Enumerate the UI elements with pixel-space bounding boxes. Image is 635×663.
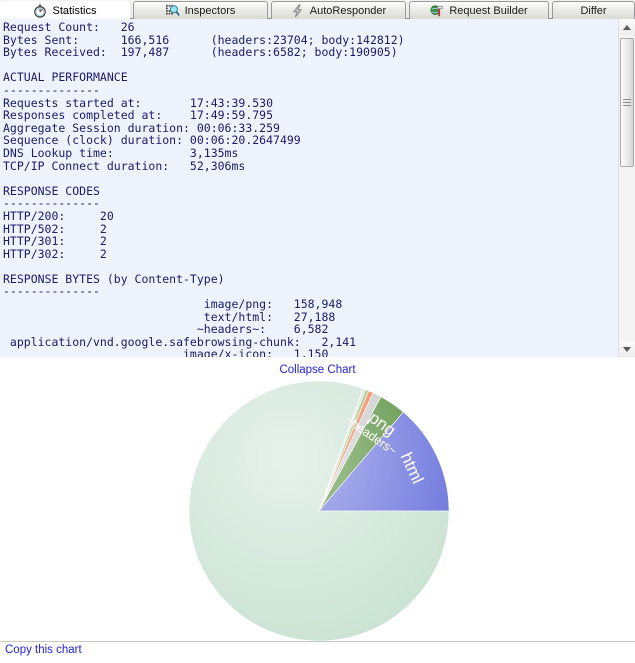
- copy-this-chart-link[interactable]: Copy this chart: [5, 644, 82, 656]
- tab-request-builder[interactable]: Request Builder: [409, 1, 549, 20]
- magnifier-grid-icon: [165, 4, 180, 18]
- tab-label: Differ: [580, 4, 607, 17]
- collapse-chart-link[interactable]: Collapse Chart: [279, 364, 355, 376]
- statistics-text-pane[interactable]: Request Count: 26 Bytes Sent: 166,516 (h…: [0, 19, 635, 357]
- tab-label: Request Builder: [449, 4, 528, 17]
- tab-statistics[interactable]: Statistics: [0, 1, 130, 21]
- collapse-chart-row: Collapse Chart: [0, 360, 635, 378]
- response-bytes-pie-chart: png html ~headers~: [0, 378, 635, 641]
- pie-wrapper[interactable]: png html ~headers~: [188, 380, 450, 641]
- globe-tool-icon: [430, 4, 444, 18]
- statistics-report-text: Request Count: 26 Bytes Sent: 166,516 (h…: [3, 20, 405, 357]
- chart-footer: Copy this chart: [0, 641, 635, 663]
- chevron-up-icon: [623, 24, 631, 30]
- scroll-up-button[interactable]: [619, 19, 635, 35]
- scrollbar-thumb[interactable]: [620, 38, 634, 167]
- tab-label: Inspectors: [184, 4, 236, 17]
- pie-svg: pnghtml~headers~: [188, 380, 450, 641]
- tab-label: AutoResponder: [309, 4, 387, 17]
- statistics-vertical-scrollbar[interactable]: [618, 19, 635, 357]
- scroll-down-button[interactable]: [619, 341, 635, 357]
- grip-icon: [623, 99, 631, 106]
- pie-slices: [188, 380, 450, 641]
- chevron-down-icon: [623, 346, 631, 352]
- tab-autoresponder[interactable]: AutoResponder: [271, 1, 406, 20]
- tab-label: Statistics: [52, 4, 97, 17]
- lightning-bolt-icon: [291, 4, 305, 18]
- tab-inspectors[interactable]: Inspectors: [133, 1, 268, 20]
- tab-differ[interactable]: Differ: [552, 1, 635, 20]
- stopwatch-icon: [33, 4, 47, 18]
- tab-strip: Statistics Inspectors AutoResponder Requ…: [0, 0, 635, 21]
